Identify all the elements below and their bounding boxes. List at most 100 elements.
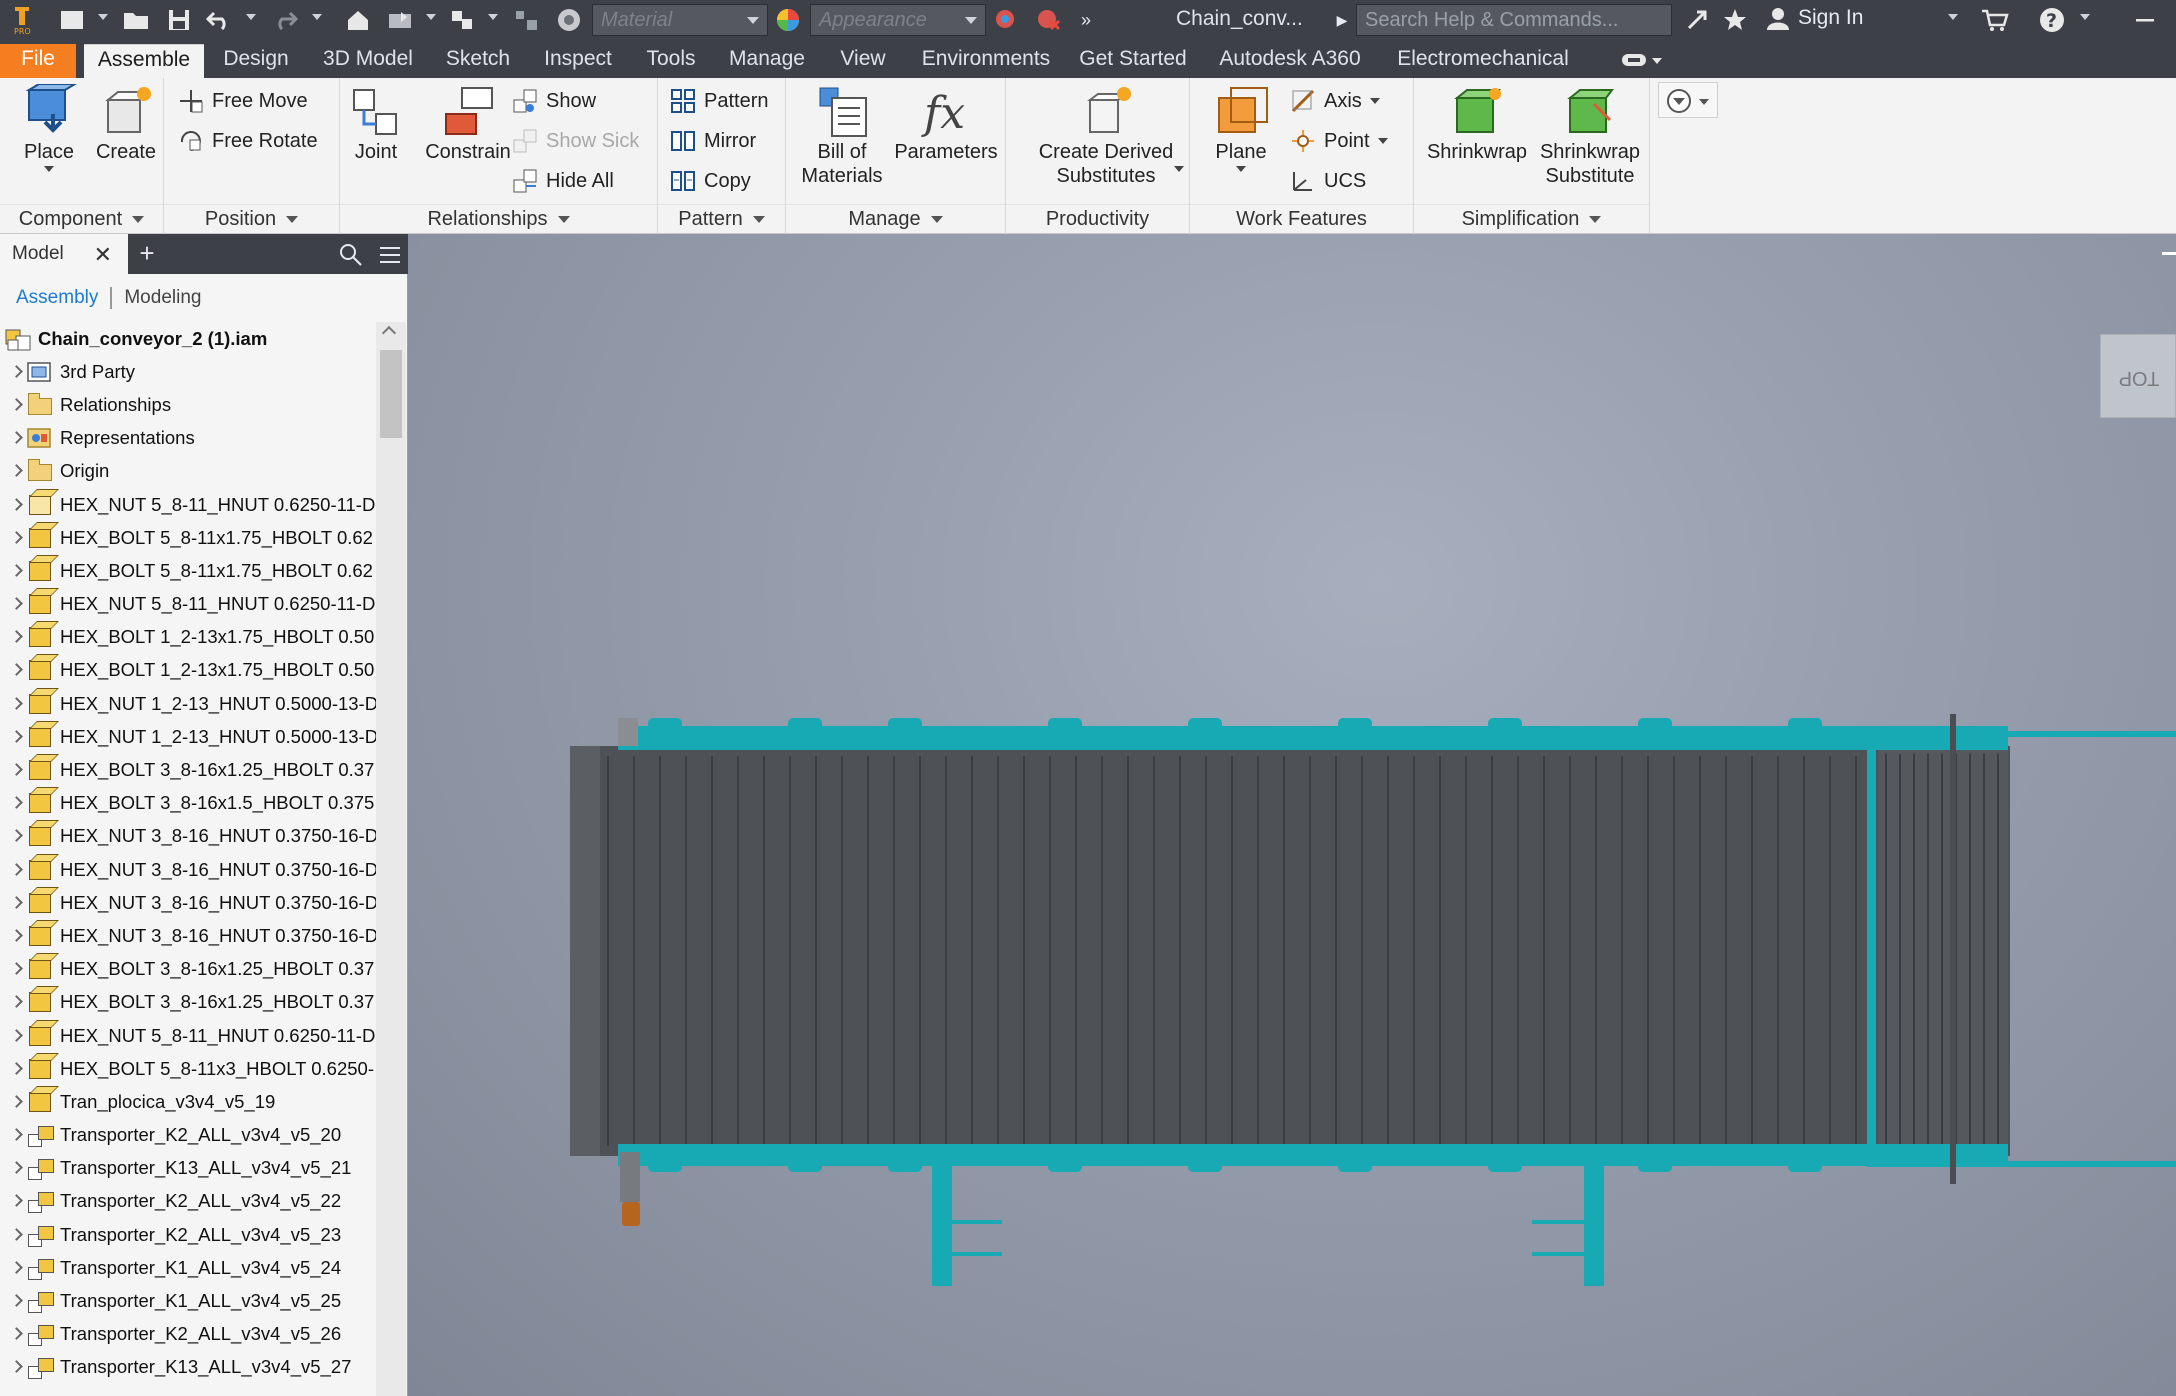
- expand-chevron-icon[interactable]: [8, 363, 26, 381]
- redo-icon[interactable]: [270, 4, 300, 36]
- expand-chevron-icon[interactable]: [8, 628, 26, 646]
- free-rotate-button[interactable]: Free Rotate: [178, 124, 318, 158]
- tree-node[interactable]: HEX_BOLT 3_8-16x1.25_HBOLT 0.37: [0, 986, 376, 1019]
- tab-manage[interactable]: Manage: [720, 44, 814, 78]
- inventor-logo-icon[interactable]: PRO: [10, 4, 36, 36]
- tree-node[interactable]: HEX_BOLT 3_8-16x1.25_HBOLT 0.37: [0, 753, 376, 786]
- tree-node[interactable]: Origin: [0, 455, 376, 488]
- new-dropdown-icon[interactable]: [98, 14, 108, 20]
- expand-chevron-icon[interactable]: [8, 993, 26, 1011]
- tree-node[interactable]: HEX_NUT 3_8-16_HNUT 0.3750-16-D: [0, 919, 376, 952]
- panel-component-title[interactable]: Component: [0, 204, 163, 232]
- expand-chevron-icon[interactable]: [8, 728, 26, 746]
- tree-node[interactable]: HEX_BOLT 5_8-11x1.75_HBOLT 0.62: [0, 521, 376, 554]
- pattern-button[interactable]: Pattern: [670, 84, 768, 118]
- expand-chevron-icon[interactable]: [8, 1292, 26, 1310]
- tab-sketch[interactable]: Sketch: [440, 44, 516, 78]
- constrain-button[interactable]: Constrain: [412, 84, 524, 164]
- tree-node[interactable]: Transporter_K2_ALL_v3v4_v5_26: [0, 1318, 376, 1351]
- copy-button[interactable]: Copy: [670, 164, 751, 198]
- expand-chevron-icon[interactable]: [8, 1126, 26, 1144]
- scroll-up-icon[interactable]: [381, 325, 397, 341]
- tab-electromechanical[interactable]: Electromechanical: [1390, 44, 1576, 78]
- minimize-icon[interactable]: [2130, 4, 2160, 36]
- ucs-button[interactable]: UCS: [1290, 164, 1366, 198]
- conveyor-model[interactable]: [408, 234, 2176, 1396]
- select-dropdown-icon[interactable]: [488, 14, 498, 20]
- hide-all-button[interactable]: Hide All: [512, 164, 614, 198]
- plane-button[interactable]: Plane: [1204, 84, 1278, 172]
- tab-3d-model[interactable]: 3D Model: [314, 44, 422, 78]
- tree-node[interactable]: HEX_BOLT 5_8-11x3_HBOLT 0.6250-: [0, 1052, 376, 1085]
- tree-node[interactable]: HEX_BOLT 1_2-13x1.75_HBOLT 0.50: [0, 621, 376, 654]
- tab-assemble[interactable]: Assemble: [84, 44, 204, 78]
- expand-chevron-icon[interactable]: [8, 462, 26, 480]
- search-icon[interactable]: [338, 242, 364, 274]
- undo-icon[interactable]: [204, 4, 234, 36]
- expand-chevron-icon[interactable]: [8, 1226, 26, 1244]
- expand-chevron-icon[interactable]: [8, 1093, 26, 1111]
- expand-chevron-icon[interactable]: [8, 695, 26, 713]
- tab-design[interactable]: Design: [216, 44, 296, 78]
- point-button[interactable]: Point: [1290, 124, 1388, 158]
- expand-chevron-icon[interactable]: [8, 1027, 26, 1045]
- expand-chevron-icon[interactable]: [8, 1060, 26, 1078]
- tree-node[interactable]: Transporter_K1_ALL_v3v4_v5_24: [0, 1251, 376, 1284]
- place-button[interactable]: Place: [12, 83, 86, 172]
- expand-chevron-icon[interactable]: [8, 1259, 26, 1277]
- redo-dropdown-icon[interactable]: [312, 14, 322, 20]
- tree-node[interactable]: HEX_NUT 3_8-16_HNUT 0.3750-16-D: [0, 853, 376, 886]
- panel-options-button[interactable]: [1658, 82, 1718, 118]
- create-derived-substitutes-button[interactable]: Create Derived Substitutes: [1026, 84, 1186, 188]
- cart-icon[interactable]: [1978, 4, 2012, 36]
- open-file-icon[interactable]: [120, 4, 152, 36]
- expand-chevron-icon[interactable]: [8, 661, 26, 679]
- title-expand-icon[interactable]: ▶: [1334, 4, 1350, 36]
- expand-chevron-icon[interactable]: [8, 396, 26, 414]
- adjust-appearance-icon[interactable]: [990, 4, 1022, 36]
- tree-node[interactable]: Representations: [0, 422, 376, 455]
- expand-chevron-icon[interactable]: [8, 827, 26, 845]
- tree-scrollbar[interactable]: [376, 322, 406, 1396]
- material-combo[interactable]: Material: [592, 4, 768, 36]
- save-icon[interactable]: [164, 4, 194, 36]
- tab-environments[interactable]: Environments: [910, 44, 1062, 78]
- add-browser-tab-icon[interactable]: +: [132, 238, 162, 268]
- shrinkwrap-substitute-button[interactable]: Shrinkwrap Substitute: [1534, 84, 1646, 188]
- tab-file[interactable]: File: [0, 44, 76, 78]
- tree-node[interactable]: HEX_NUT 5_8-11_HNUT 0.6250-11-D: [0, 488, 376, 521]
- expand-chevron-icon[interactable]: [8, 960, 26, 978]
- tree-node[interactable]: HEX_NUT 3_8-16_HNUT 0.3750-16-D: [0, 820, 376, 853]
- help-search-input[interactable]: Search Help & Commands...: [1356, 4, 1672, 36]
- panel-simplification-title[interactable]: Simplification: [1414, 204, 1649, 232]
- expand-chevron-icon[interactable]: [8, 927, 26, 945]
- tree-node[interactable]: 3rd Party: [0, 355, 376, 388]
- select-priority-icon[interactable]: [446, 4, 480, 36]
- tree-node[interactable]: Relationships: [0, 388, 376, 421]
- panel-manage-title[interactable]: Manage: [786, 204, 1005, 232]
- expand-chevron-icon[interactable]: [8, 562, 26, 580]
- expand-chevron-icon[interactable]: [8, 595, 26, 613]
- tree-node[interactable]: HEX_NUT 1_2-13_HNUT 0.5000-13-D: [0, 720, 376, 753]
- browser-menu-icon[interactable]: [378, 244, 402, 272]
- expand-chevron-icon[interactable]: [8, 529, 26, 547]
- parameters-button[interactable]: fx Parameters: [890, 84, 1002, 164]
- panel-position-title[interactable]: Position: [164, 204, 339, 232]
- create-button[interactable]: Create: [92, 84, 160, 164]
- browser-tab-model[interactable]: Model ✕: [0, 234, 128, 274]
- more-tools-icon[interactable]: »: [1074, 4, 1098, 36]
- tree-node[interactable]: HEX_NUT 1_2-13_HNUT 0.5000-13-D: [0, 687, 376, 720]
- joint-button[interactable]: Joint: [344, 84, 408, 164]
- expand-chevron-icon[interactable]: [8, 496, 26, 514]
- expand-chevron-icon[interactable]: [8, 794, 26, 812]
- tree-node[interactable]: HEX_NUT 3_8-16_HNUT 0.3750-16-D: [0, 886, 376, 919]
- tree-node[interactable]: Transporter_K13_ALL_v3v4_v5_27: [0, 1351, 376, 1384]
- close-icon[interactable]: ✕: [94, 242, 112, 268]
- tree-node[interactable]: Transporter_K1_ALL_v3v4_v5_25: [0, 1284, 376, 1317]
- expand-chevron-icon[interactable]: [8, 761, 26, 779]
- new-file-icon[interactable]: [56, 4, 88, 36]
- appearance-ball-icon[interactable]: [772, 4, 804, 36]
- expand-chevron-icon[interactable]: [8, 429, 26, 447]
- show-sick-button[interactable]: Show Sick: [512, 124, 639, 158]
- expand-chevron-icon[interactable]: [8, 1159, 26, 1177]
